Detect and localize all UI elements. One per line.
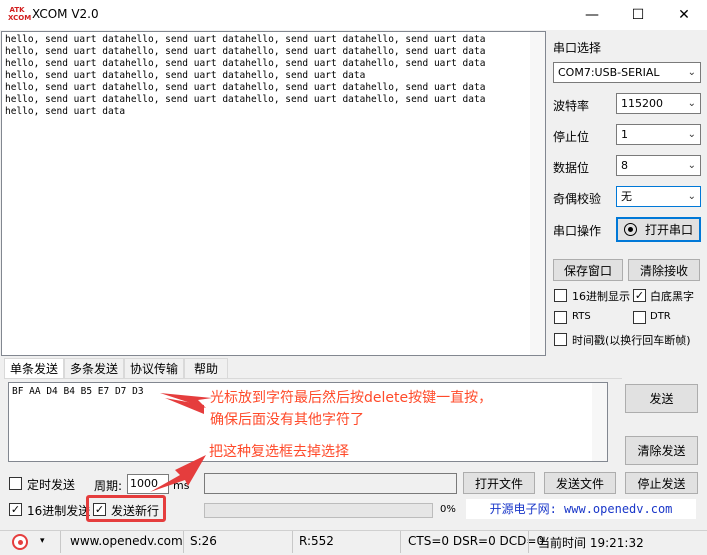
- status-separator: [528, 531, 529, 553]
- status-separator: [60, 531, 61, 553]
- status-received-count: R:552: [299, 534, 334, 548]
- status-sent-count: S:26: [190, 534, 217, 548]
- annotation-note-3: 把这种复选框去掉选择: [209, 444, 349, 460]
- status-separator: [183, 531, 184, 553]
- gear-icon[interactable]: [12, 534, 28, 550]
- status-separator: [400, 531, 401, 553]
- arrow-to-checkbox: [150, 455, 206, 492]
- annotation-note-2: 确保后面没有其他字符了: [210, 412, 364, 428]
- status-website[interactable]: www.openedv.com: [70, 534, 183, 548]
- status-separator: [292, 531, 293, 553]
- status-lines: CTS=0 DSR=0 DCD=0: [408, 534, 545, 548]
- annotation-note-1: 光标放到字符最后然后按delete按键一直按，: [210, 390, 493, 406]
- status-time: 当前时间 19:21:32: [538, 536, 644, 550]
- dropdown-icon[interactable]: ▾: [40, 536, 45, 546]
- annotation-arrows: [150, 393, 212, 492]
